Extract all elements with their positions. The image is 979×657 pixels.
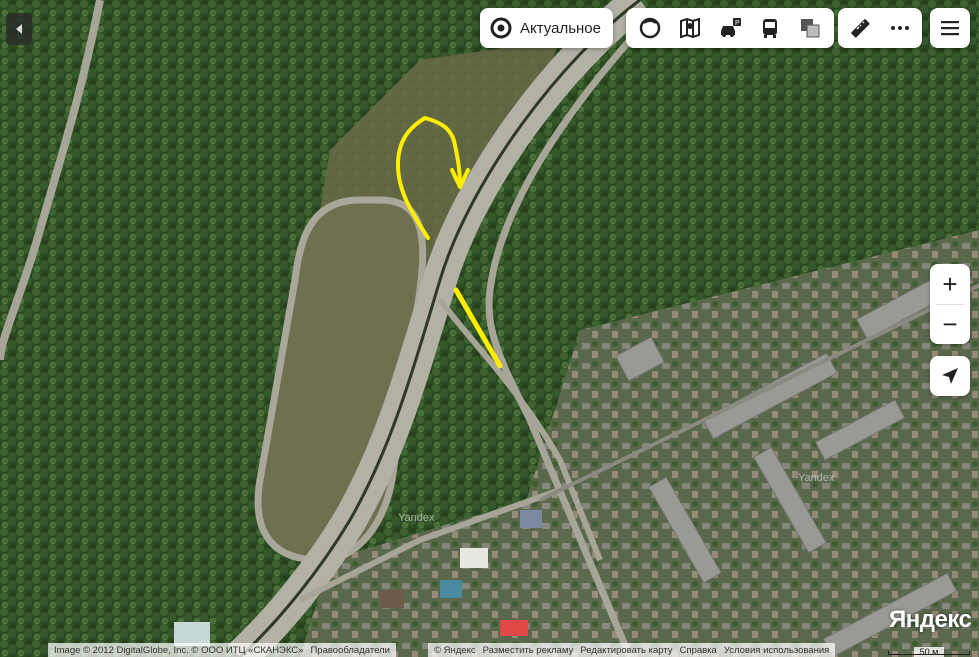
map-watermark: Yandex [798,472,835,484]
svg-text:P: P [735,20,740,27]
edit-map-link[interactable]: Редактировать карту [580,645,672,656]
yandex-copyright: © Яндекс [434,644,476,656]
scale-bar: 50 м [888,647,970,657]
map-watermark: Yandex [398,512,435,524]
hamburger-menu-icon [941,21,959,36]
map-layers-icon [680,17,700,39]
copyright-text: Image © 2012 DigitalGlobe, Inc. © ООО ИТ… [54,644,304,656]
layers-toolbar: P [626,8,834,48]
traffic-label: Актуальное [520,19,601,37]
parking-button[interactable]: P [710,8,750,48]
terms-link[interactable]: Условия использования [724,645,829,656]
zoom-control: + − [930,264,970,344]
geolocation-button[interactable] [930,356,970,396]
panorama-button[interactable] [630,8,670,48]
traffic-target-icon [490,17,512,39]
transport-button[interactable] [750,8,790,48]
sidebar-toggle-button[interactable] [6,13,32,45]
zoom-in-button[interactable]: + [930,264,970,304]
tools-toolbar [838,8,922,48]
attribution-bar: Image © 2012 DigitalGlobe, Inc. © ООО ИТ… [48,643,396,657]
traffic-button[interactable]: Актуальное [480,8,613,48]
yandex-logo: Яндекс [889,606,972,633]
help-link[interactable]: Справка [680,645,717,656]
map-layers-button[interactable] [670,8,710,48]
more-button[interactable] [880,8,920,48]
ruler-icon [851,19,870,38]
layer-switch-button[interactable] [790,8,830,48]
scale-ruler [888,651,970,655]
panorama-icon [639,17,661,39]
triangle-left-icon [16,24,22,34]
advertise-link[interactable]: Разместить рекламу [483,645,574,656]
menu-button[interactable] [930,8,970,48]
location-arrow-icon [942,368,958,384]
layer-switch-icon [801,19,820,38]
transport-icon [763,19,777,38]
parking-icon: P [721,18,741,37]
rights-holders-link[interactable]: Правообладатели [310,645,389,656]
ruler-button[interactable] [840,8,880,48]
zoom-out-button[interactable]: − [930,304,970,344]
satellite-map[interactable]: Yandex Yandex Yandex [0,0,979,657]
footer-links: © Яндекс Разместить рекламу Редактироват… [428,643,836,657]
more-icon [891,26,909,30]
